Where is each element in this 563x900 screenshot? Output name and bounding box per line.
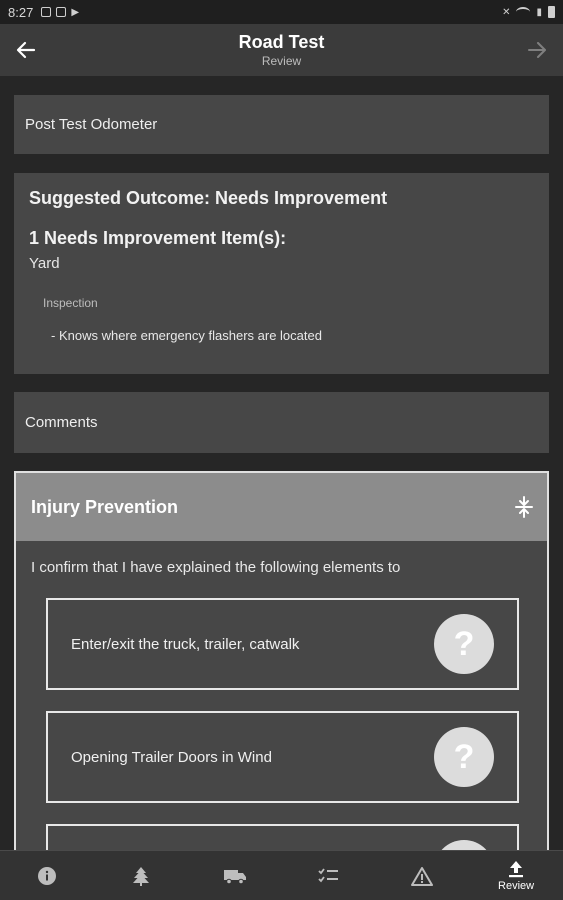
page-subtitle: Review [261, 54, 302, 68]
warning-icon [411, 866, 434, 886]
comments-field[interactable]: Comments [14, 392, 549, 453]
forward-button[interactable] [523, 36, 551, 64]
injury-prevention-section: Injury Prevention I confirm that I have … [14, 471, 549, 850]
section-intro: I confirm that I have explained the foll… [31, 559, 401, 576]
question-status-button[interactable]: ? [434, 614, 494, 674]
page-title: Road Test [238, 32, 325, 52]
play-icon: ▶ [71, 6, 80, 18]
nav-checklist[interactable] [281, 851, 375, 900]
tree-icon [132, 866, 149, 886]
nav-review[interactable]: Review [469, 851, 563, 900]
nav-truck[interactable] [188, 851, 282, 900]
nav-info[interactable] [0, 851, 94, 900]
battery-icon [548, 6, 555, 18]
nav-review-label: Review [498, 879, 535, 892]
collapse-button[interactable] [513, 495, 535, 519]
outcome-category: Yard [29, 255, 60, 272]
app-bar: Road Test Review [0, 24, 563, 76]
question-status-button[interactable]: ? [434, 727, 494, 787]
question-mark-icon: ? [453, 737, 475, 776]
bottom-navigation: Review [0, 850, 563, 900]
image-icon [56, 7, 67, 17]
upload-icon [509, 860, 524, 877]
arrow-right-icon [528, 42, 546, 58]
signal-icon: ▮ [536, 6, 542, 18]
back-button[interactable] [12, 36, 40, 64]
question-mark-icon: ? [453, 624, 475, 663]
notification-app-icon [41, 7, 52, 17]
question-status-button[interactable]: ? [434, 840, 494, 850]
odometer-label: Post Test Odometer [25, 116, 158, 133]
confirm-item[interactable]: Enter/exit the truck, trailer, catwalk ? [46, 598, 519, 690]
collapse-icon [515, 496, 533, 518]
suggested-outcome-card: Suggested Outcome: Needs Improvement 1 N… [14, 173, 549, 374]
truck-icon [223, 869, 246, 884]
comments-label: Comments [25, 414, 98, 431]
injury-prevention-header[interactable]: Injury Prevention [16, 473, 547, 541]
outcome-heading: Suggested Outcome: Needs Improvement [29, 188, 388, 208]
mute-icon: ✕ [502, 6, 511, 18]
arrow-left-icon [16, 41, 36, 59]
confirm-item-label: Opening Trailer Doors in Wind [71, 748, 272, 766]
confirm-item[interactable]: Opening Trailer Doors in Wind ? [46, 711, 519, 803]
status-bar: 8:27 ▶ ✕ ▮ [0, 0, 563, 24]
nav-yard[interactable] [94, 851, 188, 900]
post-test-odometer-field[interactable]: Post Test Odometer [14, 95, 549, 154]
notification-icons: ▶ [41, 7, 79, 18]
nav-warning[interactable] [375, 851, 469, 900]
review-content: Post Test Odometer Suggested Outcome: Ne… [0, 76, 563, 850]
wifi-icon [516, 7, 531, 17]
needs-improvement-count: 1 Needs Improvement Item(s): [29, 228, 287, 248]
outcome-subcategory: Inspection [43, 296, 98, 310]
confirm-item[interactable]: ? [46, 824, 519, 850]
checklist-icon [318, 867, 339, 882]
info-icon [37, 866, 56, 885]
outcome-item: - Knows where emergency flashers are loc… [51, 328, 322, 343]
status-time: 8:27 [8, 4, 34, 20]
confirm-item-label: Enter/exit the truck, trailer, catwalk [71, 635, 300, 653]
section-title: Injury Prevention [31, 496, 179, 517]
